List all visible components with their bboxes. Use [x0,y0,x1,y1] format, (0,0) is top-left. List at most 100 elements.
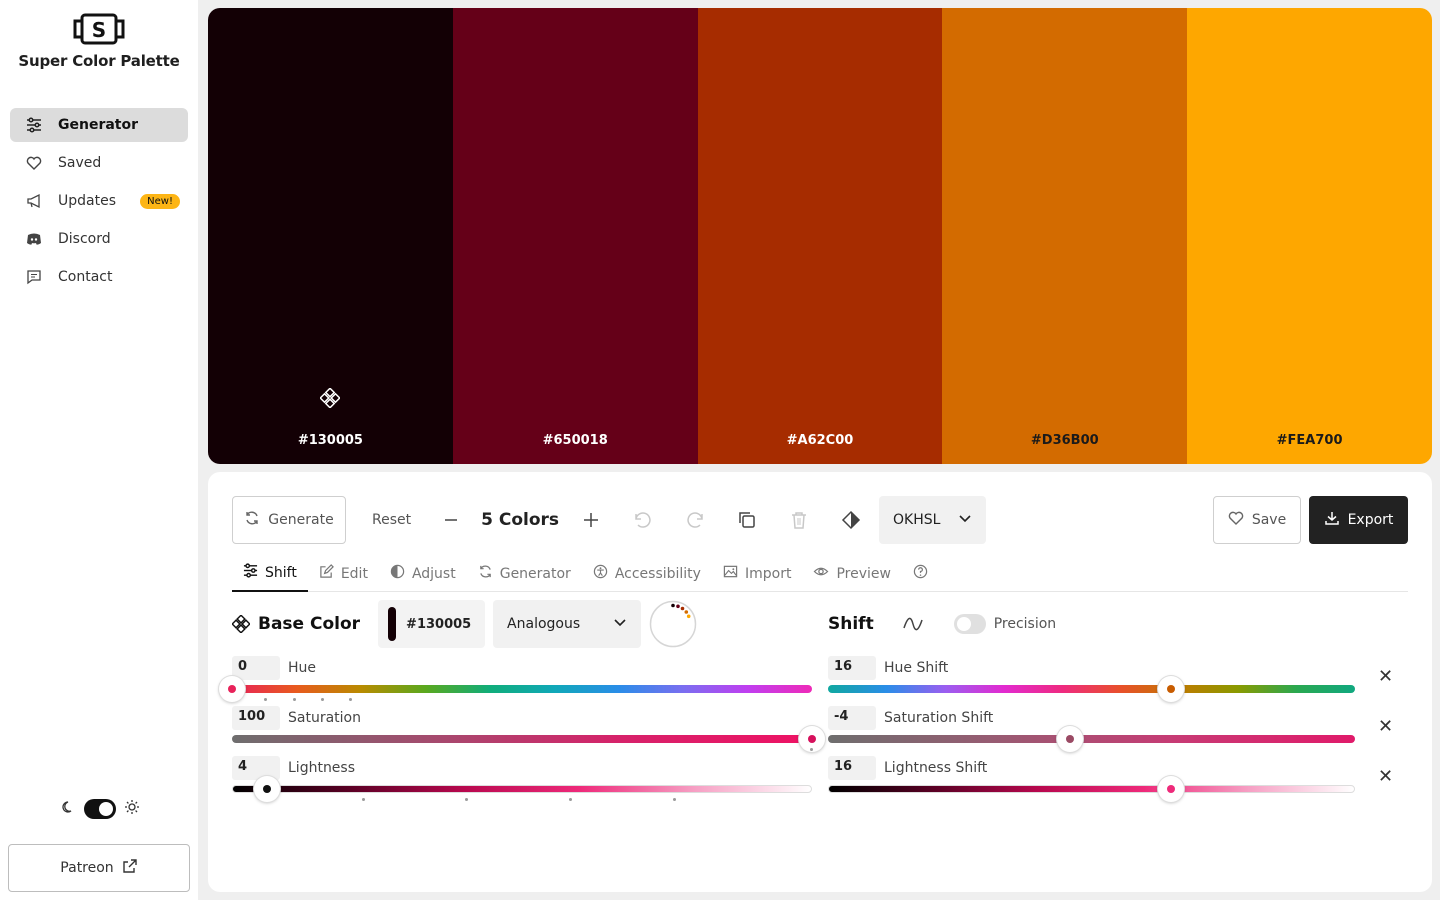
swatch-hex-label[interactable]: #130005 [208,433,453,448]
image-icon [723,564,738,583]
generate-button[interactable]: Generate [232,496,346,544]
tab-bar: Shift Edit Adjust Generator Accessibilit… [232,556,1408,592]
hue-shift-track[interactable] [828,685,1355,693]
precision-toggle[interactable] [953,614,986,634]
hue-thumb[interactable] [219,676,245,702]
heart-icon [26,155,42,171]
minus-icon[interactable] [439,508,463,532]
harmony-tick [569,798,572,801]
undo-icon[interactable] [631,508,655,532]
download-icon [1324,510,1340,530]
saturation-track[interactable] [232,735,812,743]
harmony-wheel-icon[interactable] [649,600,697,648]
lightness-shift-value-input[interactable]: 16 [828,756,876,780]
tab-edit[interactable]: Edit [308,556,379,592]
patreon-button[interactable]: Patreon [8,844,190,892]
saturation-value-input[interactable]: 100 [232,706,280,730]
hue-value-input[interactable]: 0 [232,656,280,680]
harmony-tick [362,798,365,801]
hue-track[interactable] [232,685,812,693]
export-label: Export [1347,512,1394,528]
hue-shift-thumb[interactable] [1158,676,1184,702]
sidebar-item-saved[interactable]: Saved [10,146,188,180]
sidebar-item-updates[interactable]: Updates New! [10,184,188,218]
sidebar-item-contact[interactable]: Contact [10,260,188,294]
hue-label: Hue [288,660,317,676]
harmony-tick [673,798,676,801]
saturation-shift-thumb[interactable] [1057,726,1083,752]
lightness-shift-thumb[interactable] [1158,776,1184,802]
reset-button[interactable]: Reset [372,512,411,528]
swatch[interactable]: #130005 [208,8,453,464]
sidebar-item-discord[interactable]: Discord [10,222,188,256]
tab-label: Accessibility [614,565,701,582]
trash-icon[interactable] [787,508,811,532]
tab-label: Import [744,565,792,582]
sidebar-item-generator[interactable]: Generator [10,108,188,142]
tab-help[interactable] [902,556,939,592]
sliders-icon [243,563,258,582]
logo[interactable]: S Super Color Palette [0,12,198,70]
tab-accessibility[interactable]: Accessibility [582,556,712,592]
plus-icon[interactable] [579,508,603,532]
swatch-hex-label[interactable]: #D36B00 [942,433,1187,448]
base-hex-input[interactable]: #130005 [378,600,486,648]
theme-toggle[interactable] [84,799,116,819]
harmony-tick [321,698,324,701]
tab-import[interactable]: Import [712,556,802,592]
harmony-tick [349,698,352,701]
swatch[interactable]: #A62C00 [697,8,943,464]
tab-adjust[interactable]: Adjust [379,556,467,592]
moon-icon [60,799,76,819]
lightness-shift-track[interactable] [828,785,1355,793]
harmony-tick [465,798,468,801]
tab-preview[interactable]: Preview [802,556,902,592]
reset-saturation-shift-icon[interactable]: ✕ [1378,716,1393,737]
tab-label: Adjust [411,565,456,582]
sidebar-item-label: Updates [58,193,116,209]
chevron-down-icon [613,615,627,633]
swatch-hex-label[interactable]: #650018 [453,433,698,448]
harmony-value: Analogous [507,616,581,632]
patreon-label: Patreon [60,860,114,876]
shift-header: Shift Precision [828,600,1056,648]
theme-switcher [60,799,140,819]
save-button[interactable]: Save [1213,496,1301,544]
saturation-shift-label: Saturation Shift [884,710,994,726]
reset-lightness-shift-icon[interactable]: ✕ [1378,766,1393,787]
curve-icon[interactable] [902,616,924,632]
saturation-shift-value-input[interactable]: -4 [828,706,876,730]
help-icon [913,564,928,583]
saturation-label: Saturation [288,710,361,726]
sidebar-item-label: Generator [58,117,139,133]
swatch[interactable]: #650018 [452,8,698,464]
heart-icon [1228,510,1244,530]
chevron-down-icon [958,511,972,529]
tab-shift[interactable]: Shift [232,556,308,592]
saturation-shift-track[interactable] [828,735,1355,743]
harmony-tick [810,748,813,751]
toolbar: Generate Reset 5 Colors OKHSL Save Expor… [232,496,1408,544]
swatch-hex-label[interactable]: #A62C00 [698,433,943,448]
tab-label: Preview [836,565,891,582]
reset-hue-shift-icon[interactable]: ✕ [1378,666,1393,687]
invert-contrast-icon[interactable] [839,508,863,532]
harmony-select[interactable]: Analogous [493,600,642,648]
harmony-tick [293,698,296,701]
edit-icon [319,564,334,583]
swatch-hex-label[interactable]: #FEA700 [1187,433,1432,448]
lightness-track[interactable] [232,785,812,793]
logo-icon: S [73,13,125,45]
tab-generator[interactable]: Generator [467,556,582,592]
swatch[interactable]: #FEA700 [1187,8,1432,464]
controls-panel: Generate Reset 5 Colors OKHSL Save Expor… [208,472,1432,892]
sidebar-item-label: Discord [58,231,111,247]
lightness-thumb[interactable] [254,776,280,802]
megaphone-icon [26,193,42,209]
export-button[interactable]: Export [1309,496,1408,544]
redo-icon[interactable] [683,508,707,532]
hue-shift-value-input[interactable]: 16 [828,656,876,680]
color-space-select[interactable]: OKHSL [879,496,987,544]
swatch[interactable]: #D36B00 [942,8,1188,464]
copy-icon[interactable] [735,508,759,532]
